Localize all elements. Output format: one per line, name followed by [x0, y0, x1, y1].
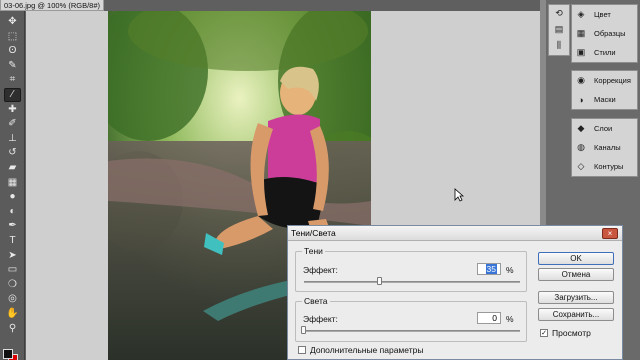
type-tool-icon[interactable]: T — [4, 234, 21, 248]
dialog-titlebar[interactable]: Тени/Света × — [288, 226, 622, 241]
color-panel-tab[interactable]: ◈ Цвет — [572, 5, 637, 24]
styles-icon: ▣ — [576, 47, 586, 57]
layers-panel-tab[interactable]: ◆ Слои — [572, 119, 637, 138]
highlights-effect-label: Эффект: — [303, 314, 338, 324]
brushes-panel-icon[interactable]: ⫼ — [549, 37, 569, 53]
tools-panel: ⚲ ✋ ◎ ❍ ▭ ➤ T ✒ ◐ ● ▦ ▰ ↺ ⊥ ✐ ✚ ⁄ ⌗ ✎ ʘ ⬚ ✥ — [0, 11, 25, 360]
swatches-panel-label: Образцы — [594, 29, 626, 38]
gradient-tool-icon[interactable]: ▦ — [4, 176, 21, 190]
dialog-title: Тени/Света — [291, 228, 336, 238]
close-icon[interactable]: × — [103, 1, 104, 10]
highlights-slider-track[interactable] — [304, 330, 520, 332]
path-selection-tool-icon[interactable]: ➤ — [4, 249, 21, 263]
3d-orbit-tool-icon[interactable]: ◎ — [4, 292, 21, 306]
hand-tool-icon[interactable]: ✋ — [4, 307, 21, 321]
masks-icon: ◑ — [578, 94, 584, 105]
highlights-legend: Света — [304, 296, 328, 306]
close-icon[interactable]: × — [602, 228, 618, 239]
channels-panel-label: Каналы — [594, 143, 621, 152]
masks-panel-tab[interactable]: ◑ Маски — [572, 90, 637, 109]
shadows-effect-label: Эффект: — [303, 265, 338, 275]
shadows-slider-thumb[interactable] — [376, 277, 382, 285]
preview-checkbox[interactable]: ✓ — [540, 329, 548, 337]
shadows-highlights-dialog: Тени/Света × Тени Эффект: 35 % Света Эфф… — [287, 225, 623, 360]
shadows-legend: Тени — [304, 246, 323, 256]
layers-panel-label: Слои — [594, 124, 613, 133]
channels-icon: ◍ — [577, 142, 585, 152]
color-icon: ◈ — [577, 9, 585, 19]
shadows-unit: % — [506, 265, 514, 275]
adjustments-icon: ◉ — [577, 75, 585, 85]
more-options-checkbox[interactable] — [298, 346, 306, 354]
styles-panel-tab[interactable]: ▣ Стили — [572, 43, 637, 62]
masks-panel-label: Маски — [594, 95, 616, 104]
shadows-effect-input[interactable]: 35 — [477, 263, 501, 275]
lasso-tool-icon[interactable]: ʘ — [4, 44, 21, 58]
shadows-effect-value: 35 — [485, 264, 497, 274]
healing-brush-tool-icon[interactable]: ✚ — [4, 103, 21, 117]
blur-tool-icon[interactable]: ● — [4, 190, 21, 204]
marquee-tool-icon[interactable]: ⬚ — [4, 30, 21, 44]
shape-tool-icon[interactable]: ▭ — [4, 263, 21, 277]
swatches-icon: ▦ — [576, 28, 586, 38]
panel-group-adjustments: ◉ Коррекция ◑ Маски — [571, 70, 638, 110]
more-options-label: Дополнительные параметры — [310, 345, 424, 355]
document-tab-title: 03-06.jpg @ 100% (RGB/8#) — [4, 0, 100, 10]
stamp-tool-icon[interactable]: ⊥ — [4, 132, 21, 146]
ok-button[interactable]: OK — [538, 252, 614, 265]
channels-panel-tab[interactable]: ◍ Каналы — [572, 138, 637, 157]
adjustments-panel-label: Коррекция — [594, 76, 631, 85]
load-button[interactable]: Загрузить... — [538, 291, 614, 304]
quick-selection-tool-icon[interactable]: ✎ — [4, 59, 21, 73]
layers-icon: ◆ — [577, 123, 585, 133]
eraser-tool-icon[interactable]: ▰ — [4, 161, 21, 175]
panel-group-layers: ◆ Слои ◍ Каналы ◇ Контуры — [571, 118, 638, 177]
highlights-unit: % — [506, 314, 514, 324]
highlights-effect-input[interactable]: 0 — [477, 312, 501, 324]
panel-group-color: ◈ Цвет ▦ Образцы ▣ Стили — [571, 4, 638, 63]
paths-panel-tab[interactable]: ◇ Контуры — [572, 157, 637, 176]
swatches-panel-tab[interactable]: ▦ Образцы — [572, 24, 637, 43]
foreground-color-swatch[interactable] — [3, 349, 13, 359]
mouse-cursor-icon — [454, 188, 464, 202]
paths-panel-label: Контуры — [594, 162, 624, 171]
history-brush-tool-icon[interactable]: ↺ — [4, 146, 21, 160]
save-button[interactable]: Сохранить... — [538, 308, 614, 321]
pen-tool-icon[interactable]: ✒ — [4, 219, 21, 233]
dodge-tool-icon[interactable]: ◐ — [4, 205, 21, 219]
preview-label: Просмотр — [552, 328, 591, 338]
actions-panel-icon[interactable]: ▤ — [549, 21, 569, 37]
cancel-button[interactable]: Отмена — [538, 268, 614, 281]
3d-rotate-tool-icon[interactable]: ❍ — [4, 278, 21, 292]
paths-icon: ◇ — [577, 161, 585, 171]
document-tab[interactable]: 03-06.jpg @ 100% (RGB/8#) × — [0, 0, 104, 11]
crop-tool-icon[interactable]: ⌗ — [4, 73, 21, 87]
history-panel-icon[interactable]: ⟲ — [549, 5, 569, 21]
move-tool-icon[interactable]: ✥ — [4, 15, 21, 29]
eyedropper-tool-icon[interactable]: ⁄ — [4, 88, 21, 102]
adjustments-panel-tab[interactable]: ◉ Коррекция — [572, 71, 637, 90]
collapsed-panels: ⟲ ▤ ⫼ — [548, 4, 570, 56]
color-panel-label: Цвет — [594, 10, 611, 19]
brush-tool-icon[interactable]: ✐ — [4, 117, 21, 131]
zoom-tool-icon[interactable]: ⚲ — [4, 322, 21, 336]
highlights-slider-thumb[interactable] — [301, 326, 306, 334]
styles-panel-label: Стили — [594, 48, 616, 57]
shadows-slider-track[interactable] — [304, 281, 520, 283]
